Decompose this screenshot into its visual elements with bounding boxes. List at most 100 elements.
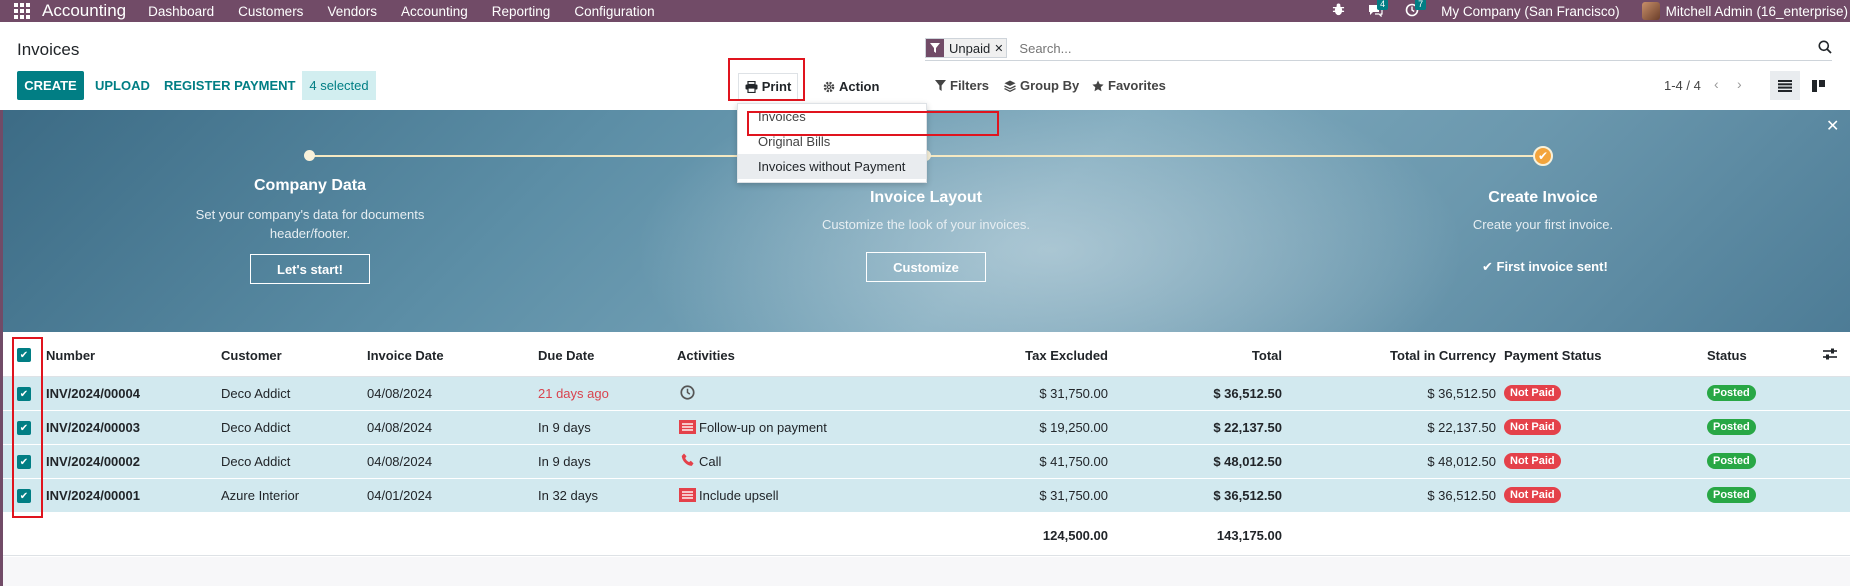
table-totals-row: 124,500.00 143,175.00 — [0, 513, 1850, 556]
activity-clock-icon[interactable]: 7 — [1405, 0, 1427, 20]
cell-due-date: In 9 days — [538, 420, 591, 435]
menu-dashboard[interactable]: Dashboard — [148, 4, 214, 19]
app-brand[interactable]: Accounting — [42, 1, 126, 21]
left-edge-bar — [0, 110, 3, 586]
selected-count: 4 selected — [302, 71, 376, 100]
empty-list-area — [0, 557, 1850, 586]
company-switcher[interactable]: My Company (San Francisco) — [1441, 4, 1620, 19]
create-button[interactable]: CREATE — [17, 71, 84, 100]
cell-customer: Deco Addict — [221, 420, 291, 435]
column-due-date[interactable]: Due Date — [538, 348, 594, 363]
clock-icon[interactable] — [680, 385, 695, 403]
search-bar: Unpaid ✕ — [925, 36, 1832, 61]
checkmark-icon: ✔ — [1533, 146, 1553, 166]
cell-total-in-currency: $ 36,512.50 — [1427, 488, 1496, 503]
user-avatar[interactable] — [1641, 2, 1660, 20]
cell-total: $ 36,512.50 — [1213, 488, 1282, 503]
upload-button[interactable]: UPLOAD — [95, 71, 150, 100]
checkbox-column-highlight-box — [12, 337, 43, 518]
close-icon[interactable]: ✕ — [994, 42, 1006, 55]
layers-icon — [1004, 80, 1016, 92]
bug-icon[interactable] — [1332, 3, 1345, 19]
table-row[interactable]: ✔ INV/2024/00004 Deco Addict 04/08/2024 … — [0, 377, 1850, 411]
payment-status-badge: Not Paid — [1504, 385, 1561, 401]
step-description: Create your first invoice. — [1472, 217, 1614, 232]
todo-icon[interactable] — [679, 488, 696, 505]
cell-tax-excluded: $ 41,750.00 — [1039, 454, 1108, 469]
column-activities[interactable]: Activities — [677, 348, 735, 363]
top-navbar: Accounting Dashboard Customers Vendors A… — [0, 0, 1850, 22]
column-tax-excluded[interactable]: Tax Excluded — [958, 348, 1108, 363]
search-icon[interactable] — [1818, 40, 1832, 57]
cell-total-in-currency: $ 22,137.50 — [1427, 420, 1496, 435]
phone-icon[interactable] — [681, 453, 695, 470]
menu-vendors[interactable]: Vendors — [327, 4, 377, 19]
status-badge: Posted — [1707, 487, 1756, 503]
register-payment-button[interactable]: REGISTER PAYMENT — [164, 71, 295, 100]
close-icon[interactable]: ✕ — [1826, 116, 1839, 136]
column-settings-icon[interactable] — [1823, 348, 1837, 363]
cell-activity[interactable]: Call — [699, 454, 721, 469]
chevron-right-icon[interactable]: › — [1737, 76, 1742, 92]
column-invoice-date[interactable]: Invoice Date — [367, 348, 444, 363]
kanban-view-button[interactable] — [1803, 71, 1833, 100]
step-dot — [304, 150, 315, 161]
print-option-invoices-without-payment[interactable]: Invoices without Payment — [738, 154, 926, 179]
invoice-table: ✔ Number Customer Invoice Date Due Date … — [0, 333, 1850, 556]
total-total: 143,175.00 — [1216, 528, 1282, 543]
total-tax-excluded: 124,500.00 — [1042, 528, 1108, 543]
menu-accounting[interactable]: Accounting — [401, 4, 468, 19]
cell-total: $ 48,012.50 — [1213, 454, 1282, 469]
cell-due-date: In 32 days — [538, 488, 598, 503]
cell-activity[interactable]: Include upsell — [699, 488, 779, 503]
payment-status-badge: Not Paid — [1504, 419, 1561, 435]
table-row[interactable]: ✔ INV/2024/00001 Azure Interior 04/01/20… — [0, 479, 1850, 513]
column-status[interactable]: Status — [1707, 348, 1747, 363]
action-button[interactable]: Action — [823, 73, 879, 100]
table-row[interactable]: ✔ INV/2024/00003 Deco Addict 04/08/2024 … — [0, 411, 1850, 445]
chat-count-badge: 4 — [1377, 0, 1389, 10]
cell-number: INV/2024/00001 — [46, 488, 140, 503]
step-complete: ✔ First invoice sent! — [1482, 259, 1608, 275]
apps-grid-icon[interactable] — [14, 3, 30, 19]
filters-button[interactable]: Filters — [935, 78, 989, 93]
cell-customer: Deco Addict — [221, 386, 291, 401]
search-facet[interactable]: Unpaid ✕ — [925, 38, 1008, 58]
step-description: Set your company's data for documents he… — [195, 207, 425, 241]
cell-activity[interactable]: Follow-up on payment — [699, 420, 827, 435]
page-title: Invoices — [17, 40, 80, 59]
payment-status-badge: Not Paid — [1504, 487, 1561, 503]
table-row[interactable]: ✔ INV/2024/00002 Deco Addict 04/08/2024 … — [0, 445, 1850, 479]
cell-invoice-date: 04/08/2024 — [367, 386, 433, 401]
action-label: Action — [839, 79, 880, 94]
user-menu[interactable]: Mitchell Admin (16_enterprise) — [1666, 4, 1848, 19]
column-number[interactable]: Number — [46, 348, 95, 363]
chevron-left-icon[interactable]: ‹ — [1714, 76, 1719, 92]
menu-configuration[interactable]: Configuration — [574, 4, 654, 19]
chat-icon[interactable]: 4 — [1367, 0, 1389, 20]
pager-value[interactable]: 1-4 / 4 — [1664, 78, 1701, 93]
favorites-button[interactable]: Favorites — [1092, 78, 1166, 93]
todo-icon[interactable] — [679, 420, 696, 437]
status-badge: Posted — [1707, 385, 1756, 401]
list-view-button[interactable] — [1770, 71, 1800, 100]
invoices-option-highlight-box — [747, 111, 999, 136]
customize-button[interactable]: Customize — [866, 252, 986, 282]
search-input[interactable] — [1019, 40, 1832, 56]
step-description: Customize the look of your invoices. — [821, 217, 1031, 232]
column-total[interactable]: Total — [1132, 348, 1282, 363]
kanban-icon — [1811, 79, 1825, 92]
cell-invoice-date: 04/08/2024 — [367, 454, 433, 469]
step-title: Company Data — [253, 177, 367, 194]
cell-customer: Azure Interior — [221, 488, 300, 503]
column-payment-status[interactable]: Payment Status — [1504, 348, 1602, 363]
menu-reporting[interactable]: Reporting — [492, 4, 551, 19]
group-by-button[interactable]: Group By — [1004, 78, 1079, 93]
cell-tax-excluded: $ 19,250.00 — [1039, 420, 1108, 435]
column-customer[interactable]: Customer — [221, 348, 282, 363]
cell-invoice-date: 04/01/2024 — [367, 488, 433, 503]
column-total-in-currency[interactable]: Total in Currency — [1346, 348, 1496, 363]
step-complete-label: First invoice sent! — [1496, 259, 1608, 274]
lets-start-button[interactable]: Let's start! — [250, 254, 370, 284]
menu-customers[interactable]: Customers — [238, 4, 303, 19]
